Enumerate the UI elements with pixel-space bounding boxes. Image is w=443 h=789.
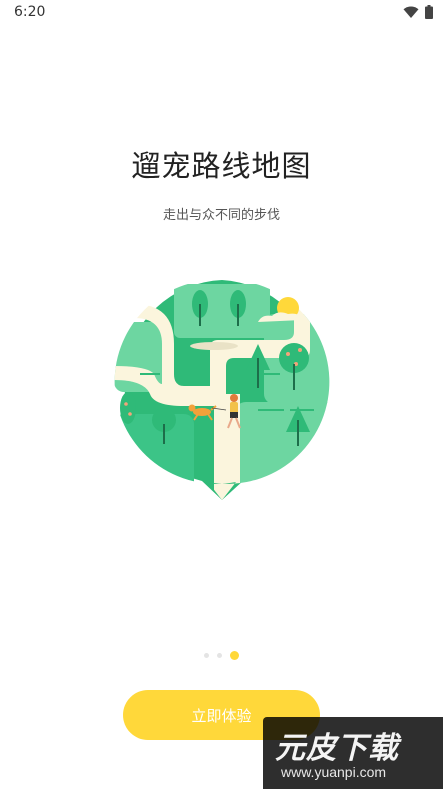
page-dot-active[interactable]: [230, 651, 239, 660]
battery-icon: [425, 5, 433, 19]
tree-icon: [120, 392, 136, 424]
watermark-logo-text: 元皮下载: [275, 731, 399, 766]
page-indicator: [0, 651, 443, 660]
page-subtitle: 走出与众不同的步伐: [162, 208, 280, 223]
status-bar: 6:20: [0, 0, 443, 26]
watermark-url: www.yuanpi.com: [281, 764, 387, 780]
page-title: 遛宠路线地图: [131, 149, 312, 183]
dog-walking-map-illustration: [114, 280, 330, 500]
status-time: 6:20: [14, 4, 46, 20]
status-icons: [403, 5, 433, 19]
wifi-icon: [403, 6, 419, 18]
page-dot[interactable]: [204, 653, 209, 658]
page-dot[interactable]: [217, 653, 222, 658]
watermark: 元皮下载 www.yuanpi.com: [263, 717, 443, 789]
